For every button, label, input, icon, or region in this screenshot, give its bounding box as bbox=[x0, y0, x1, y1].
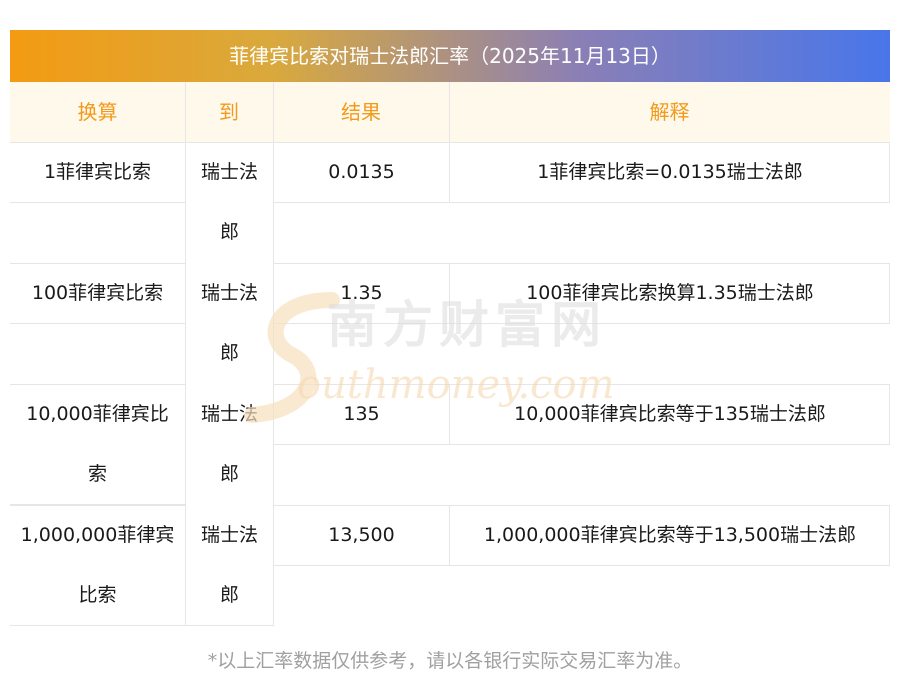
row4-amount-line2: 比索 bbox=[78, 584, 117, 606]
col-divider-3-header bbox=[449, 82, 450, 142]
footnote: *以上汇率数据仅供参考，请以各银行实际交易汇率为准。 bbox=[207, 650, 693, 672]
row2-amount-bottom bbox=[10, 323, 185, 324]
row2-result: 1.35 bbox=[340, 282, 383, 304]
row4-amount-top bbox=[10, 505, 185, 506]
row1-explain: 1菲律宾比索=0.0135瑞士法郎 bbox=[537, 161, 803, 183]
row1-to-line1: 瑞士法 bbox=[200, 161, 258, 183]
row3-amount-line2: 索 bbox=[87, 463, 107, 485]
row4-amount-line1: 1,000,000菲律宾 bbox=[20, 524, 175, 546]
row4-right-border bbox=[889, 505, 890, 566]
row2-right-top bbox=[274, 263, 890, 264]
row3-amount-line1: 10,000菲律宾比 bbox=[26, 403, 169, 425]
header-result: 结果 bbox=[341, 100, 381, 124]
row1-result: 0.0135 bbox=[328, 161, 395, 183]
header-to: 到 bbox=[219, 100, 239, 124]
row2-explain: 100菲律宾比索换算1.35瑞士法郎 bbox=[526, 282, 814, 304]
table-title-banner: 菲律宾比索对瑞士法郎汇率（2025年11月13日） bbox=[10, 30, 890, 82]
row1-to-line2: 郎 bbox=[219, 221, 239, 243]
row3-amount-top bbox=[10, 384, 185, 385]
table-header-row: 换算 到 结果 解释 bbox=[10, 82, 890, 142]
row4-divider bbox=[449, 505, 450, 566]
row3-divider bbox=[449, 384, 450, 445]
row4-left-bottom bbox=[10, 625, 274, 626]
row4-to-line2: 郎 bbox=[219, 584, 239, 606]
row3-to-line1: 瑞士法 bbox=[200, 403, 258, 425]
row4-right-top bbox=[274, 505, 890, 506]
table-title: 菲律宾比索对瑞士法郎汇率（2025年11月13日） bbox=[229, 44, 671, 68]
row2-divider bbox=[449, 263, 450, 324]
row4-result: 13,500 bbox=[328, 524, 395, 546]
row2-amount-top bbox=[10, 263, 185, 264]
row3-right-border bbox=[889, 384, 890, 445]
row3-result: 135 bbox=[343, 403, 380, 425]
header-explain: 解释 bbox=[649, 100, 690, 124]
row3-right-top bbox=[274, 384, 890, 385]
row3-right-bottom bbox=[274, 444, 890, 445]
row1-amount-line1: 1菲律宾比索 bbox=[43, 161, 152, 183]
row1-right-border bbox=[889, 142, 890, 203]
row3-explain: 10,000菲律宾比索等于135瑞士法郎 bbox=[514, 403, 826, 425]
row3-to-line2: 郎 bbox=[219, 463, 239, 485]
row1-right-bottom bbox=[274, 202, 890, 203]
row4-right-bottom bbox=[274, 565, 890, 566]
row1-divider bbox=[449, 142, 450, 203]
row2-amount-line1: 100菲律宾比索 bbox=[31, 282, 164, 304]
row4-explain: 1,000,000菲律宾比索等于13,500瑞士法郎 bbox=[483, 524, 857, 546]
row1-amount-bottom bbox=[10, 202, 185, 203]
header-convert: 换算 bbox=[77, 100, 118, 124]
row2-to-line1: 瑞士法 bbox=[200, 282, 258, 304]
row2-right-bottom bbox=[274, 323, 890, 324]
row4-to-line1: 瑞士法 bbox=[200, 524, 258, 546]
row2-to-line2: 郎 bbox=[219, 342, 239, 364]
row2-right-border bbox=[889, 263, 890, 324]
